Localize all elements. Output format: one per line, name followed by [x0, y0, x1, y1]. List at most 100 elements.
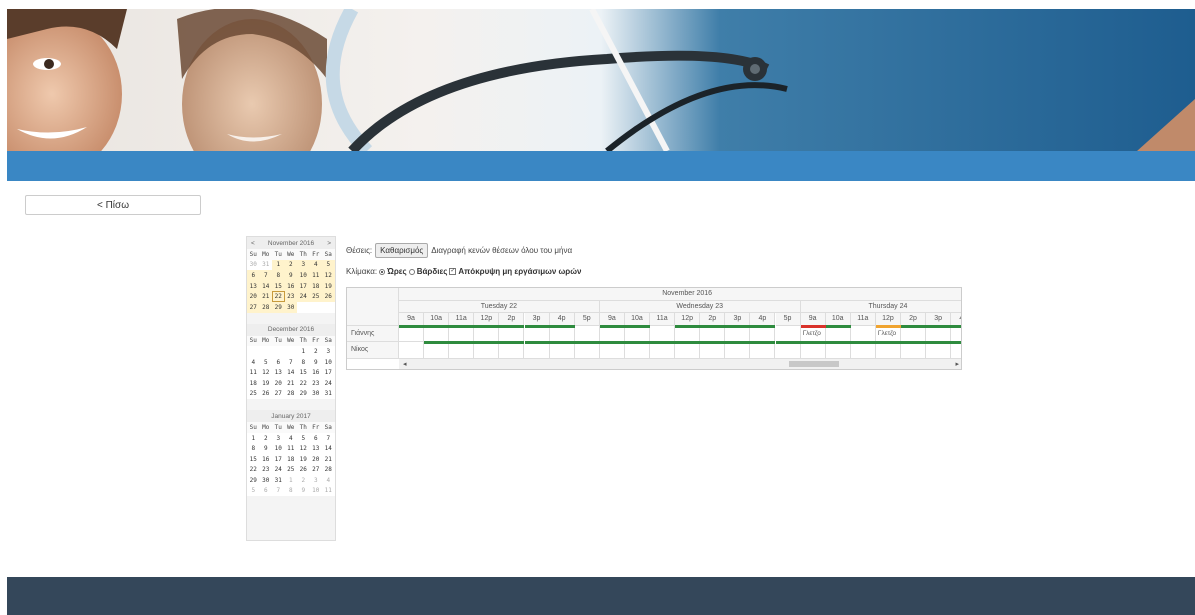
mini-calendar-day[interactable]: 27	[247, 301, 260, 313]
mini-calendar-day[interactable]: 18	[247, 378, 260, 389]
mini-calendar-day[interactable]: 25	[247, 389, 260, 400]
time-slot[interactable]	[700, 325, 726, 342]
mini-calendar-day[interactable]: 16	[260, 454, 273, 465]
time-slot[interactable]	[775, 325, 801, 342]
mini-calendar-day[interactable]: 14	[322, 443, 335, 454]
mini-calendar-day[interactable]: 19	[322, 280, 335, 292]
event-label[interactable]: Γλετζο	[803, 330, 828, 338]
next-month-icon[interactable]: >	[327, 240, 331, 247]
mini-calendar-day[interactable]: 30	[310, 389, 323, 400]
mini-calendar-day[interactable]: 3	[310, 475, 323, 486]
mini-calendar-day[interactable]: 12	[260, 367, 273, 378]
mini-calendar-day[interactable]: 27	[310, 465, 323, 476]
mini-calendar-day[interactable]: 20	[272, 378, 285, 389]
mini-calendar-day[interactable]: 25	[309, 291, 322, 302]
time-slot[interactable]	[725, 325, 751, 342]
mini-calendar-day[interactable]: 29	[297, 389, 310, 400]
time-slot[interactable]	[725, 342, 751, 359]
event-bar[interactable]	[875, 324, 901, 328]
time-slot[interactable]	[599, 325, 625, 342]
time-slot[interactable]	[549, 325, 575, 342]
mini-calendar-day[interactable]: 31	[322, 389, 335, 400]
mini-calendar-day[interactable]: 3	[297, 259, 310, 271]
time-slot[interactable]	[750, 325, 776, 342]
mini-calendar-day[interactable]: 24	[272, 465, 285, 476]
mini-calendar-day[interactable]: 6	[247, 270, 260, 281]
mini-calendar-day[interactable]: 7	[272, 486, 285, 497]
mini-calendar-day[interactable]: 8	[247, 443, 260, 454]
mini-calendar-day[interactable]: 1	[272, 259, 285, 271]
mini-calendar-day[interactable]: 27	[272, 389, 285, 400]
mini-calendar-day[interactable]: 3	[322, 346, 335, 357]
time-slot[interactable]	[599, 342, 625, 359]
mini-calendar-day[interactable]: 19	[297, 454, 310, 465]
mini-calendar-day[interactable]: 7	[259, 270, 272, 281]
mini-calendar-day[interactable]: 10	[272, 443, 285, 454]
time-slot[interactable]	[549, 342, 575, 359]
mini-calendar-day[interactable]: 11	[285, 443, 298, 454]
time-slot[interactable]	[700, 342, 726, 359]
time-slot[interactable]	[850, 325, 876, 342]
time-slot[interactable]	[624, 325, 650, 342]
mini-calendar-day[interactable]: 12	[297, 443, 310, 454]
time-slot[interactable]	[951, 342, 961, 359]
time-slot[interactable]	[926, 342, 952, 359]
time-slot[interactable]	[675, 342, 701, 359]
mini-calendar-day[interactable]: 25	[285, 465, 298, 476]
time-slot[interactable]	[424, 342, 450, 359]
mini-calendar-day[interactable]: 15	[272, 280, 285, 292]
mini-calendar-day[interactable]: 5	[247, 486, 260, 497]
time-slot[interactable]	[901, 342, 927, 359]
time-slot[interactable]	[850, 342, 876, 359]
time-slot[interactable]	[524, 342, 550, 359]
time-slot[interactable]	[424, 325, 450, 342]
mini-calendar-day[interactable]: 7	[322, 433, 335, 444]
mini-calendar-day[interactable]: 8	[297, 357, 310, 368]
event-bar[interactable]	[800, 324, 826, 328]
time-slot[interactable]	[399, 342, 425, 359]
mini-calendar-day[interactable]: 23	[310, 378, 323, 389]
mini-calendar-day[interactable]: 3	[272, 433, 285, 444]
mini-calendar-day[interactable]: 28	[259, 301, 272, 313]
time-slot[interactable]	[524, 325, 550, 342]
scroll-right-icon[interactable]: ▸	[955, 360, 959, 368]
mini-calendar-day[interactable]: 9	[297, 486, 310, 497]
mini-calendar-day[interactable]: 7	[285, 357, 298, 368]
mini-calendar-day[interactable]: 23	[260, 465, 273, 476]
time-slot[interactable]	[750, 342, 776, 359]
time-slot[interactable]	[926, 325, 952, 342]
mini-calendar-day[interactable]: 1	[297, 346, 310, 357]
mini-calendar-day[interactable]: 14	[259, 280, 272, 292]
mini-calendar-day[interactable]: 11	[322, 486, 335, 497]
mini-calendar-day[interactable]: 2	[297, 475, 310, 486]
horizontal-scrollbar[interactable]: ◂ ▸	[399, 358, 961, 369]
mini-calendar-day[interactable]: 30	[284, 301, 297, 313]
mini-calendar-day[interactable]: 4	[285, 433, 298, 444]
mini-calendar-day[interactable]: 4	[322, 475, 335, 486]
event-label[interactable]: Γλετζο	[878, 330, 903, 338]
mini-calendar-day[interactable]: 13	[272, 367, 285, 378]
mini-calendar-day[interactable]: 19	[260, 378, 273, 389]
mini-calendar-day[interactable]: 22	[247, 465, 260, 476]
mini-calendar-day[interactable]: 8	[272, 270, 285, 281]
mini-calendar-day[interactable]: 24	[297, 291, 310, 302]
mini-calendar-day[interactable]: 26	[297, 465, 310, 476]
mini-calendar-day[interactable]: 18	[285, 454, 298, 465]
time-slot[interactable]	[624, 342, 650, 359]
mini-calendar-day[interactable]: 29	[272, 301, 285, 313]
mini-calendar-day[interactable]: 9	[310, 357, 323, 368]
time-slot[interactable]	[399, 325, 425, 342]
mini-calendar-day[interactable]: 20	[247, 291, 260, 302]
mini-calendar-day[interactable]: 13	[310, 443, 323, 454]
mini-calendar-day[interactable]: 11	[247, 367, 260, 378]
mini-calendar-day[interactable]: 10	[310, 486, 323, 497]
time-slot[interactable]	[825, 342, 851, 359]
time-slot[interactable]	[449, 325, 475, 342]
mini-calendar-day[interactable]: 24	[322, 378, 335, 389]
time-slot[interactable]	[474, 325, 500, 342]
mini-calendar-day[interactable]: 21	[259, 291, 272, 302]
mini-calendar-day[interactable]: 21	[285, 378, 298, 389]
scroll-thumb[interactable]	[789, 361, 839, 367]
mini-calendar-day[interactable]: 28	[322, 465, 335, 476]
mini-calendar-day[interactable]: 10	[322, 357, 335, 368]
